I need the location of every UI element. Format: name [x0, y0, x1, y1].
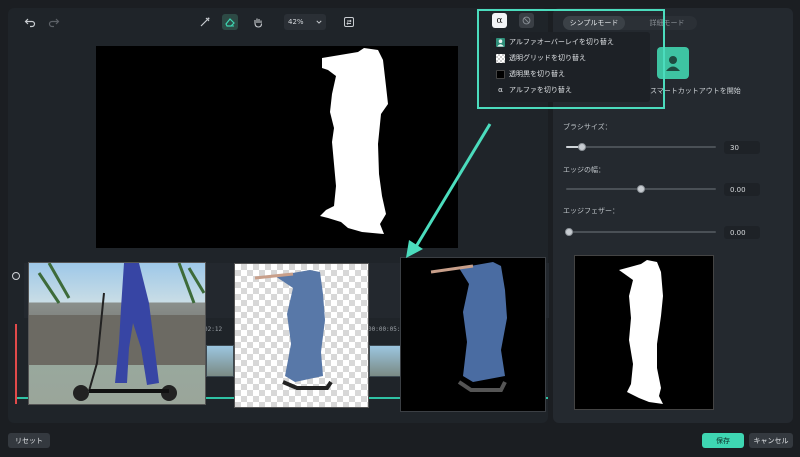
edge-feather-knob[interactable]	[565, 228, 573, 236]
hand-icon[interactable]	[250, 14, 266, 30]
timeline-clip[interactable]	[369, 345, 401, 377]
callout-arrow	[406, 123, 492, 258]
menu-item-label: 透明黒を切り替え	[509, 70, 565, 78]
zoom-value: 42%	[288, 18, 304, 26]
original-frame-thumbnail	[28, 262, 206, 405]
edge-feather-track[interactable]	[566, 231, 716, 233]
brush-size-track[interactable]	[566, 146, 716, 148]
brush-size-input[interactable]: 30	[724, 141, 760, 154]
edge-feather-input[interactable]: 0.00	[724, 226, 760, 239]
transparent-grid-thumbnail	[234, 263, 369, 408]
eraser-icon[interactable]	[222, 14, 238, 30]
compare-icon[interactable]	[341, 14, 357, 30]
alpha-menu: アルファオーバーレイを切り替え 透明グリッドを切り替え 透明黒を切り替え α ア…	[490, 32, 650, 102]
toolbar: 42%	[8, 8, 548, 36]
cancel-button[interactable]: キャンセル	[749, 433, 793, 448]
menu-item-label: 透明グリッドを切り替え	[509, 54, 586, 62]
menu-item-alpha-overlay[interactable]: アルファオーバーレイを切り替え	[496, 35, 614, 49]
menu-item-label: アルファオーバーレイを切り替え	[509, 38, 614, 46]
mask-silhouette	[619, 260, 663, 404]
ruler-mark: 00:00:05:0	[368, 326, 405, 333]
edge-feather-label: エッジフェザー：	[563, 207, 619, 215]
track-handle[interactable]	[12, 272, 20, 280]
playhead[interactable]	[15, 324, 17, 404]
save-button[interactable]: 保存	[702, 433, 744, 448]
mask-preview	[574, 255, 714, 410]
chevron-down-icon	[316, 20, 322, 24]
ruler-mark: 02:12	[204, 326, 223, 333]
grid-icon	[496, 53, 505, 63]
zoom-select[interactable]: 42%	[284, 14, 326, 30]
black-square-icon	[496, 69, 505, 79]
edge-width-label: エッジの幅：	[563, 166, 605, 174]
person-overlay-icon	[496, 37, 505, 47]
timeline-clip[interactable]	[206, 345, 234, 377]
no-overlay-icon	[522, 16, 531, 25]
menu-item-alpha[interactable]: α アルファを切り替え	[496, 83, 572, 97]
edge-width-knob[interactable]	[637, 185, 645, 193]
menu-item-label: アルファを切り替え	[509, 86, 572, 94]
overlay-toggle-button[interactable]	[519, 13, 534, 28]
transparent-black-thumbnail	[400, 257, 546, 412]
alpha-toggle-button[interactable]: α	[492, 13, 507, 28]
person-icon	[666, 56, 680, 71]
menu-item-transparent-grid[interactable]: 透明グリッドを切り替え	[496, 51, 586, 65]
alpha-icon: α	[498, 86, 503, 94]
reset-button[interactable]: リセット	[8, 433, 50, 448]
brush-size-knob[interactable]	[578, 143, 586, 151]
brush-icon[interactable]	[197, 14, 213, 30]
brush-size-label: ブラシサイズ：	[563, 123, 612, 131]
undo-icon[interactable]	[22, 14, 38, 30]
menu-item-transparent-black[interactable]: 透明黒を切り替え	[496, 67, 565, 81]
redo-icon[interactable]	[46, 14, 62, 30]
edge-width-input[interactable]: 0.00	[724, 183, 760, 196]
